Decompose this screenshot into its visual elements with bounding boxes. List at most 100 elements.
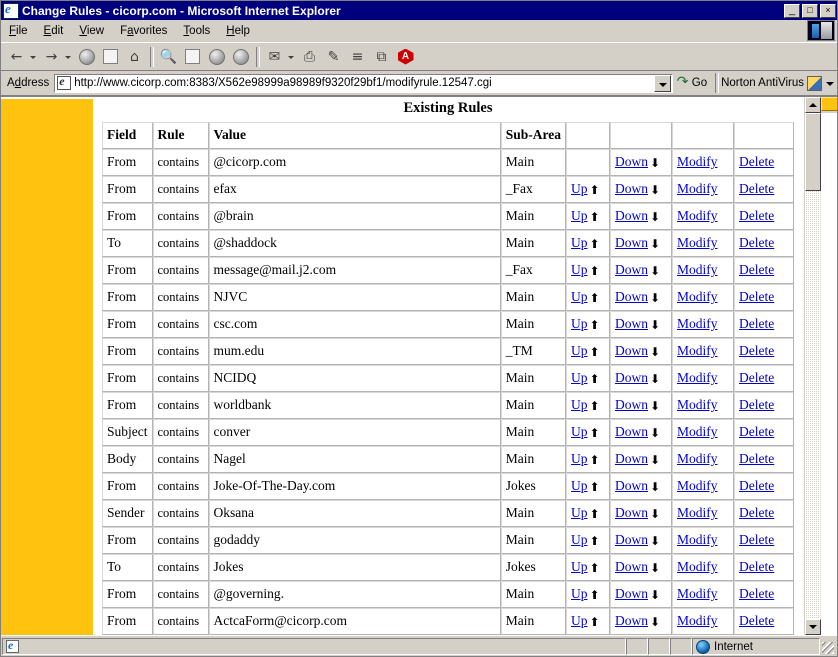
modify-link[interactable]: Modify (677, 478, 718, 493)
scroll-down-button[interactable] (805, 619, 821, 635)
delete-link[interactable]: Delete (739, 316, 774, 331)
up-link[interactable]: Up (571, 559, 588, 574)
down-link[interactable]: Down (615, 532, 648, 547)
delete-link[interactable]: Delete (739, 559, 774, 574)
down-link[interactable]: Down (615, 613, 648, 628)
modify-link[interactable]: Modify (677, 397, 718, 412)
down-link[interactable]: Down (615, 181, 648, 196)
mail-dropdown-icon[interactable] (287, 46, 296, 68)
minimize-button[interactable]: _ (784, 3, 800, 18)
up-link[interactable]: Up (571, 451, 588, 466)
up-link[interactable]: Up (571, 397, 588, 412)
menu-item-edit[interactable]: Edit (36, 23, 72, 39)
back-icon[interactable]: ← (5, 46, 28, 68)
close-button[interactable]: × (820, 3, 836, 18)
security-zone-panel[interactable]: Internet (692, 638, 820, 655)
down-link[interactable]: Down (615, 343, 648, 358)
horizontal-scrollbar[interactable] (821, 97, 837, 113)
up-link[interactable]: Up (571, 613, 588, 628)
down-link[interactable]: Down (615, 478, 648, 493)
delete-link[interactable]: Delete (739, 289, 774, 304)
address-input[interactable]: http://www.cicorp.com:8383/X562e98999a98… (54, 73, 673, 93)
norton-antivirus-dropdown-icon[interactable] (825, 75, 835, 91)
delete-link[interactable]: Delete (739, 262, 774, 277)
up-link[interactable]: Up (571, 505, 588, 520)
modify-link[interactable]: Modify (677, 505, 718, 520)
delete-link[interactable]: Delete (739, 505, 774, 520)
menu-item-help[interactable]: Help (218, 23, 258, 39)
delete-link[interactable]: Delete (739, 370, 774, 385)
up-link[interactable]: Up (571, 181, 588, 196)
up-link[interactable]: Up (571, 424, 588, 439)
forward-icon[interactable]: → (40, 46, 63, 68)
modify-link[interactable]: Modify (677, 370, 718, 385)
down-link[interactable]: Down (615, 397, 648, 412)
down-link[interactable]: Down (615, 289, 648, 304)
favorites-icon[interactable] (181, 46, 204, 68)
delete-link[interactable]: Delete (739, 154, 774, 169)
vertical-scroll-track[interactable] (805, 113, 821, 619)
down-link[interactable]: Down (615, 424, 648, 439)
menu-item-file[interactable]: File (1, 23, 36, 39)
modify-link[interactable]: Modify (677, 289, 718, 304)
up-link[interactable]: Up (571, 316, 588, 331)
up-link[interactable]: Up (571, 289, 588, 304)
delete-link[interactable]: Delete (739, 613, 774, 628)
forward-dropdown-icon[interactable] (64, 46, 73, 68)
modify-link[interactable]: Modify (677, 586, 718, 601)
down-link[interactable]: Down (615, 559, 648, 574)
down-link[interactable]: Down (615, 154, 648, 169)
resize-grip[interactable] (820, 638, 836, 655)
delete-link[interactable]: Delete (739, 208, 774, 223)
up-link[interactable]: Up (571, 478, 588, 493)
modify-link[interactable]: Modify (677, 451, 718, 466)
messenger-icon[interactable]: ⧉ (370, 46, 393, 68)
norton-antivirus-icon[interactable] (394, 46, 417, 68)
modify-link[interactable]: Modify (677, 235, 718, 250)
refresh-icon[interactable] (99, 46, 122, 68)
search-icon[interactable]: 🔍 (157, 46, 180, 68)
media-icon[interactable] (205, 46, 228, 68)
menu-item-view[interactable]: View (71, 23, 112, 39)
maximize-button[interactable]: □ (802, 3, 818, 18)
modify-link[interactable]: Modify (677, 559, 718, 574)
go-button[interactable]: Go (673, 74, 713, 90)
up-link[interactable]: Up (571, 586, 588, 601)
delete-link[interactable]: Delete (739, 451, 774, 466)
delete-link[interactable]: Delete (739, 397, 774, 412)
vertical-scroll-thumb[interactable] (805, 113, 821, 191)
delete-link[interactable]: Delete (739, 586, 774, 601)
down-link[interactable]: Down (615, 316, 648, 331)
modify-link[interactable]: Modify (677, 532, 718, 547)
down-link[interactable]: Down (615, 505, 648, 520)
down-link[interactable]: Down (615, 208, 648, 223)
up-link[interactable]: Up (571, 262, 588, 277)
modify-link[interactable]: Modify (677, 316, 718, 331)
down-link[interactable]: Down (615, 586, 648, 601)
modify-link[interactable]: Modify (677, 208, 718, 223)
history-icon[interactable] (229, 46, 252, 68)
delete-link[interactable]: Delete (739, 478, 774, 493)
horizontal-scroll-thumb[interactable] (821, 97, 837, 111)
modify-link[interactable]: Modify (677, 424, 718, 439)
back-dropdown-icon[interactable] (29, 46, 38, 68)
discuss-icon[interactable]: ≡ (346, 46, 369, 68)
up-link[interactable]: Up (571, 532, 588, 547)
modify-link[interactable]: Modify (677, 154, 718, 169)
norton-antivirus-tray-icon[interactable] (807, 75, 822, 91)
delete-link[interactable]: Delete (739, 343, 774, 358)
delete-link[interactable]: Delete (739, 532, 774, 547)
delete-link[interactable]: Delete (739, 181, 774, 196)
vertical-scrollbar[interactable] (804, 97, 821, 635)
modify-link[interactable]: Modify (677, 613, 718, 628)
home-icon[interactable]: ⌂ (123, 46, 146, 68)
up-link[interactable]: Up (571, 343, 588, 358)
up-link[interactable]: Up (571, 235, 588, 250)
down-link[interactable]: Down (615, 370, 648, 385)
delete-link[interactable]: Delete (739, 235, 774, 250)
menu-item-tools[interactable]: Tools (175, 23, 218, 39)
scroll-up-button[interactable] (805, 97, 821, 113)
stop-icon[interactable] (75, 46, 98, 68)
menu-item-favorites[interactable]: Favorites (112, 23, 175, 39)
mail-icon[interactable]: ✉ (263, 46, 286, 68)
